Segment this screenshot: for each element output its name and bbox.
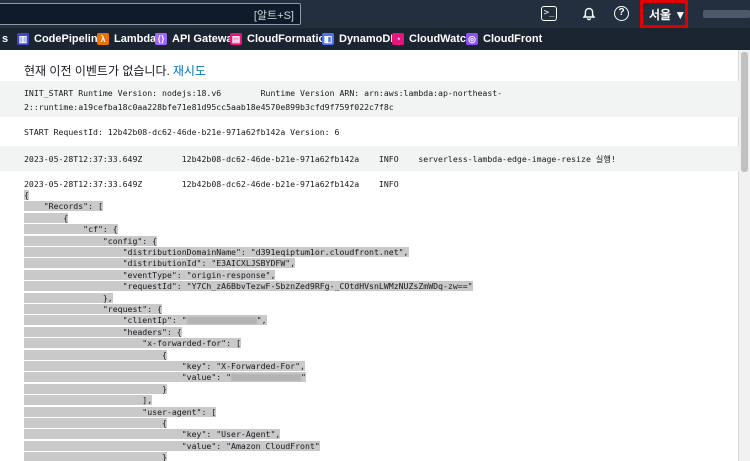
- account-menu[interactable]: [703, 10, 750, 18]
- json-line: "requestId": "Y7Ch_zA6BbvTezwF-SbznZed9R…: [24, 281, 473, 292]
- log-row-info[interactable]: 2023-05-28T12:37:33.649Z 12b42b08-dc62-4…: [0, 146, 739, 171]
- json-line: ],: [24, 395, 153, 406]
- favorite-cloudwatch[interactable]: ◔ CloudWatch: [392, 31, 473, 47]
- search-shortcut-hint: [알트+S]: [253, 10, 294, 22]
- favorite-label: CodePipeline: [34, 33, 104, 45]
- favorite-dynamodb[interactable]: ◧ DynamoDB: [322, 31, 398, 47]
- json-line: {: [24, 349, 167, 360]
- log-text: 2023-05-28T12:37:33.649Z 12b42b08-dc62-4…: [24, 179, 399, 189]
- json-line: }: [24, 452, 167, 461]
- retry-link[interactable]: 재시도: [173, 64, 206, 78]
- cloudwatch-icon: ◔: [392, 33, 404, 45]
- vertical-scrollbar[interactable]: [739, 50, 750, 461]
- json-line: "user-agent": [: [24, 406, 217, 417]
- json-line: "config": {: [24, 235, 158, 246]
- json-line: "distributionDomainName": "d391eqiptum1o…: [24, 247, 409, 257]
- json-line: "eventType": "origin-response",: [24, 269, 276, 280]
- bell-icon[interactable]: [580, 5, 598, 23]
- codepipeline-icon: ▥: [17, 33, 29, 45]
- log-text: INIT_START Runtime Version: nodejs:18.v6…: [24, 88, 503, 98]
- json-line: "headers": {: [24, 326, 182, 337]
- json-line: "clientIp": " ",: [24, 315, 267, 326]
- log-row-start[interactable]: START RequestId: 12b42b08-dc62-46de-b21e…: [0, 117, 739, 146]
- log-row-init[interactable]: INIT_START Runtime Version: nodejs:18.v6…: [0, 81, 739, 117]
- cloudfront-icon: ◎: [466, 33, 478, 45]
- json-line: {: [24, 418, 167, 428]
- favorites-bar: s ▥ CodePipeline λ Lambda ⟨⟩ API Gateway…: [0, 28, 750, 50]
- dynamodb-icon: ◧: [322, 33, 334, 45]
- api-gateway-icon: ⟨⟩: [155, 33, 167, 45]
- redacted-ip: [231, 374, 302, 382]
- favorite-lambda[interactable]: λ Lambda: [97, 31, 156, 47]
- lambda-icon: λ: [97, 33, 109, 45]
- json-line: {: [24, 212, 69, 223]
- search-input[interactable]: [알트+S]: [0, 3, 301, 25]
- help-icon[interactable]: ?: [614, 6, 629, 21]
- favorite-item-partial[interactable]: s: [2, 31, 8, 47]
- json-line: "value": " ": [24, 372, 306, 383]
- json-line: "distributionId": "E3AICXLJSBYDFW",: [24, 258, 296, 269]
- json-line: {: [24, 190, 29, 200]
- top-navigation-bar: [알트+S] >_ ? 서울 ▼: [0, 0, 750, 28]
- cloudshell-icon[interactable]: >_: [541, 6, 557, 21]
- favorite-cloudformation[interactable]: ▤ CloudFormation: [230, 31, 332, 47]
- favorite-codepipeline[interactable]: ▥ CodePipeline: [17, 31, 104, 47]
- favorite-label: CloudFormation: [247, 33, 332, 45]
- json-line: "x-forwarded-for": [: [24, 338, 241, 349]
- no-older-events-notice: 현재 이전 이벤트가 없습니다. 재시도: [24, 62, 206, 79]
- json-line: "key": "User-Agent",: [24, 429, 281, 440]
- json-line: "request": {: [24, 304, 163, 314]
- favorite-label: CloudWatch: [409, 33, 473, 45]
- log-text: 2::runtime:a19cefba18c0aa228bfe71e81d95c…: [24, 102, 394, 112]
- scrollbar-thumb[interactable]: [741, 52, 748, 172]
- favorite-cloudfront[interactable]: ◎ CloudFront: [466, 31, 542, 47]
- redacted-ip: [186, 317, 257, 325]
- favorite-label: API Gateway: [172, 33, 239, 45]
- favorite-label: s: [2, 33, 9, 45]
- region-selector-highlight: 서울 ▼: [640, 0, 688, 28]
- favorite-label: CloudFront: [483, 33, 543, 45]
- favorite-label: Lambda: [114, 33, 157, 45]
- log-text: START RequestId: 12b42b08-dc62-46de-b21e…: [24, 127, 340, 137]
- favorite-label: DynamoDB: [339, 33, 399, 45]
- notice-text: 현재 이전 이벤트가 없습니다.: [24, 64, 170, 78]
- favorite-api-gateway[interactable]: ⟨⟩ API Gateway: [155, 31, 239, 47]
- cloudformation-icon: ▤: [230, 33, 242, 45]
- json-line: }: [24, 383, 167, 394]
- json-line: "value": "Amazon CloudFront": [24, 440, 320, 451]
- region-selector-button[interactable]: 서울 ▼: [649, 6, 686, 23]
- json-line: "Records": [: [24, 201, 103, 212]
- json-line: "cf": {: [24, 224, 118, 235]
- json-line: },: [24, 292, 113, 303]
- json-line: "key": "X-Forwarded-For",: [24, 361, 305, 371]
- log-text: 2023-05-28T12:37:33.649Z 12b42b08-dc62-4…: [24, 154, 616, 164]
